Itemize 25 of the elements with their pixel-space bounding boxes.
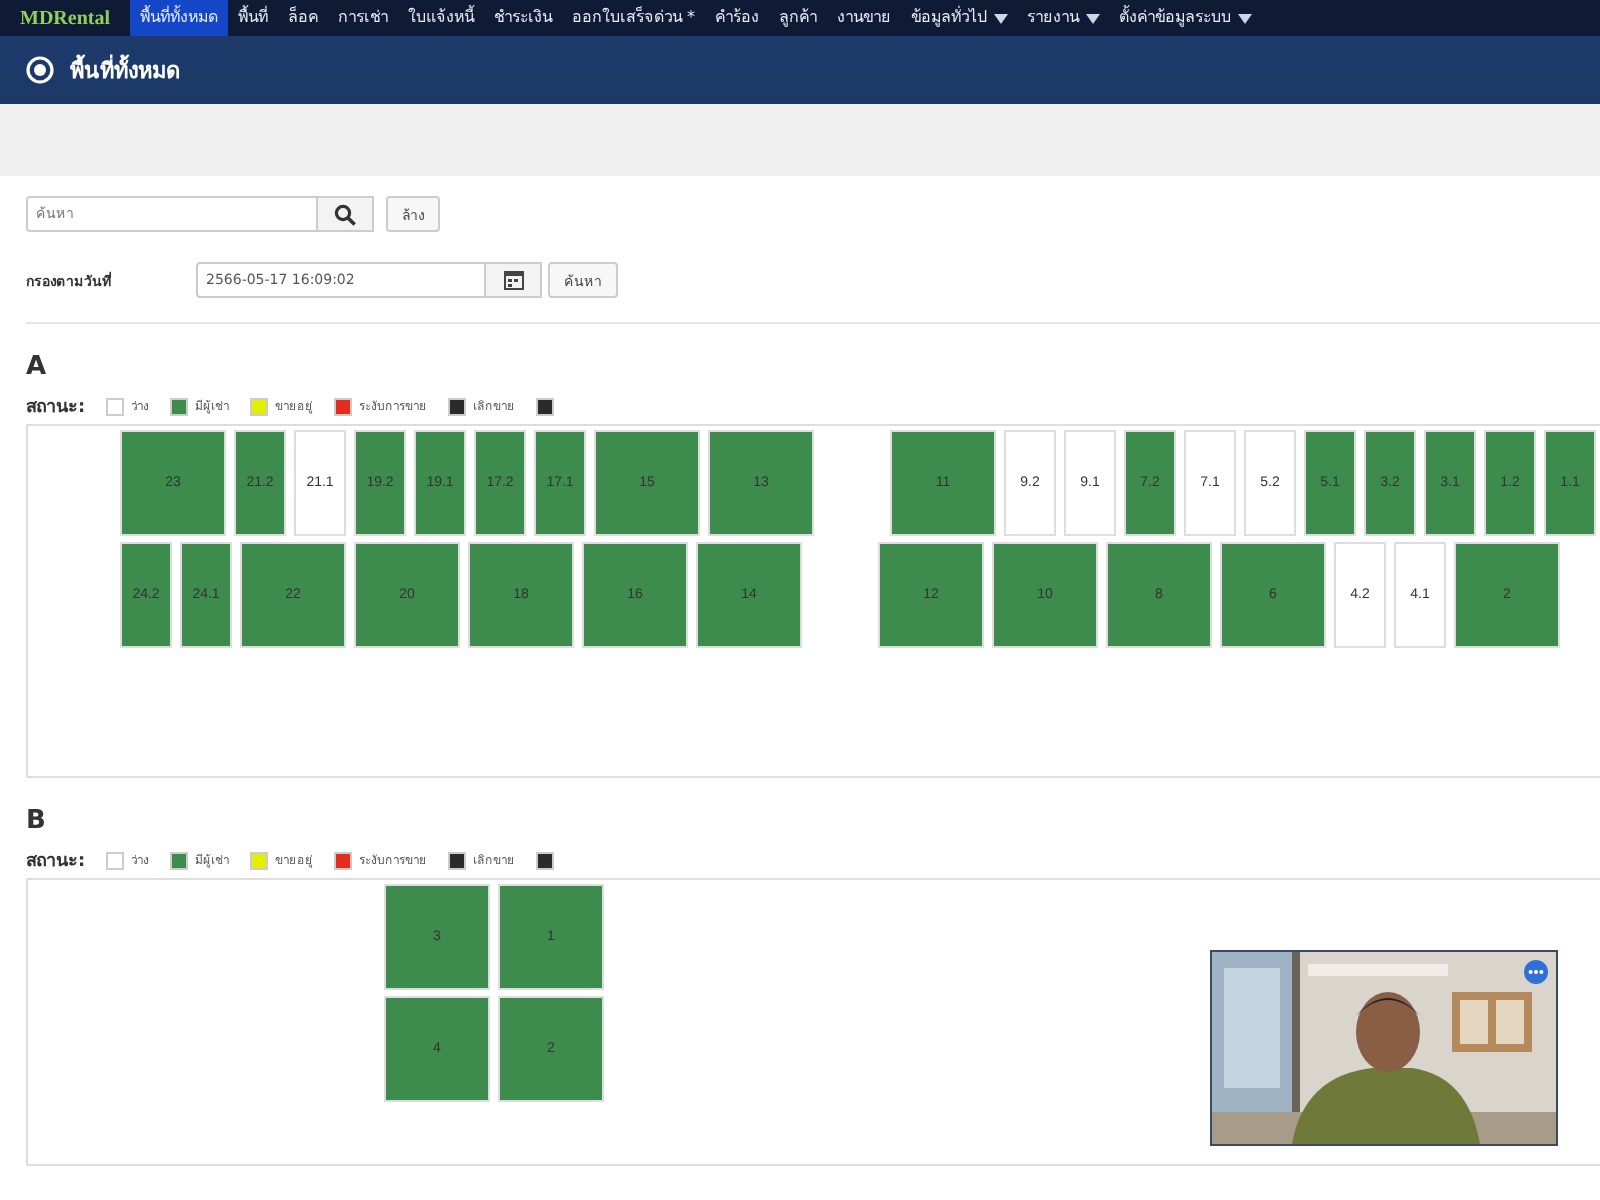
nav-item[interactable]: พื้นที่	[228, 0, 278, 36]
nav-item[interactable]: รายงาน	[1017, 0, 1110, 36]
search-button[interactable]	[318, 196, 374, 232]
nav-item[interactable]: ใบแจ้งหนี้	[398, 0, 484, 36]
nav-item[interactable]: ตั้งค่าข้อมูลระบบ	[1109, 0, 1262, 36]
status-label: สถานะ:	[26, 396, 86, 420]
nav-item[interactable]: ลูกค้า	[769, 0, 828, 36]
more-icon[interactable]	[1524, 960, 1548, 984]
calendar-icon	[503, 270, 523, 290]
nav-item[interactable]: การเช่า	[328, 0, 398, 36]
status-label: สถานะ:	[26, 850, 86, 874]
page-title: พื้นที่ทั้งหมด	[70, 52, 180, 88]
zone-heading: B	[26, 806, 48, 836]
nav-item[interactable]: คำร้อง	[705, 0, 770, 36]
nav-item[interactable]: ข้อมูลทั่วไป	[901, 0, 1018, 36]
nav-item[interactable]: ชำระเงิน	[484, 0, 562, 36]
nav-item[interactable]: ออกใบเสร็จด่วน *	[562, 0, 706, 36]
brand-logo[interactable]: MDRental	[20, 7, 110, 29]
zone-heading: A	[26, 352, 49, 382]
target-icon	[26, 56, 54, 84]
search-icon	[334, 203, 356, 225]
calendar-button[interactable]	[486, 262, 542, 298]
nav-item[interactable]: พื้นที่ทั้งหมด	[130, 0, 228, 36]
nav-item[interactable]: ล็อค	[278, 0, 328, 36]
nav-item[interactable]: งานขาย	[827, 0, 902, 36]
